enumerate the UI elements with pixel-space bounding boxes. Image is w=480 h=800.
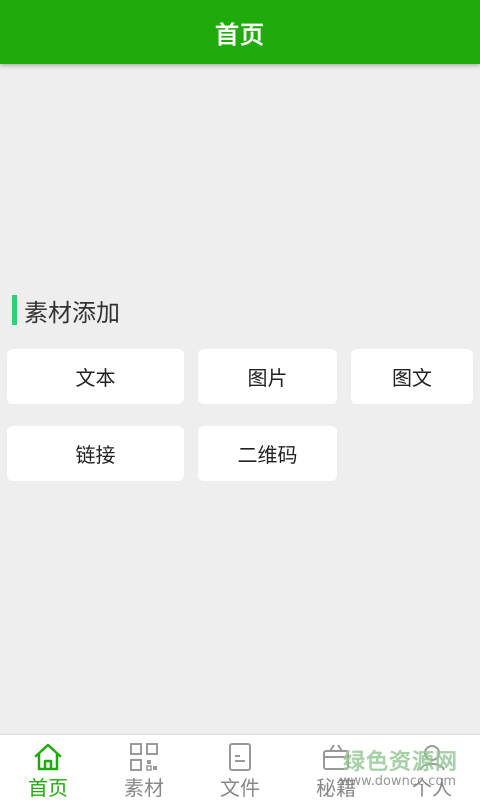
add-text-button[interactable]: 文本 [7, 349, 184, 404]
add-image-text-button-label: 图文 [392, 366, 432, 390]
user-icon [419, 745, 445, 771]
section-header-material-add: 素材添加 [12, 294, 120, 327]
tab-profile-label: 个人 [412, 776, 452, 800]
top-header: 首页 [0, 0, 480, 64]
document-icon [229, 743, 251, 771]
tab-home[interactable]: 首页 [0, 735, 96, 800]
add-link-button[interactable]: 链接 [7, 426, 184, 481]
tab-material[interactable]: 素材 [96, 735, 192, 800]
add-image-button-label: 图片 [247, 366, 288, 390]
home-icon [34, 743, 62, 771]
tab-tips[interactable]: 秘籍 [288, 735, 384, 800]
tab-material-label: 素材 [124, 776, 164, 800]
section-title: 素材添加 [24, 298, 120, 327]
section-accent-bar [12, 295, 17, 325]
tab-files-label: 文件 [220, 776, 260, 800]
qr-grid-icon [130, 743, 158, 771]
tab-tips-label: 秘籍 [316, 776, 356, 800]
app-root: 首页 素材添加 文本 图片 图文 链接 二维码 首页 素材 文件 秘籍 个人 绿… [0, 0, 480, 800]
tab-files[interactable]: 文件 [192, 735, 288, 800]
add-qrcode-button-label: 二维码 [237, 443, 298, 467]
gift-box-icon [323, 744, 349, 770]
add-qrcode-button[interactable]: 二维码 [198, 426, 337, 481]
tab-profile[interactable]: 个人 [384, 735, 480, 800]
tab-home-label: 首页 [28, 776, 68, 800]
add-text-button-label: 文本 [75, 366, 116, 390]
add-link-button-label: 链接 [75, 443, 116, 467]
add-image-button[interactable]: 图片 [198, 349, 337, 404]
page-title: 首页 [215, 20, 265, 49]
bottom-tab-bar: 首页 素材 文件 秘籍 个人 [0, 734, 480, 800]
add-image-text-button[interactable]: 图文 [351, 349, 473, 404]
